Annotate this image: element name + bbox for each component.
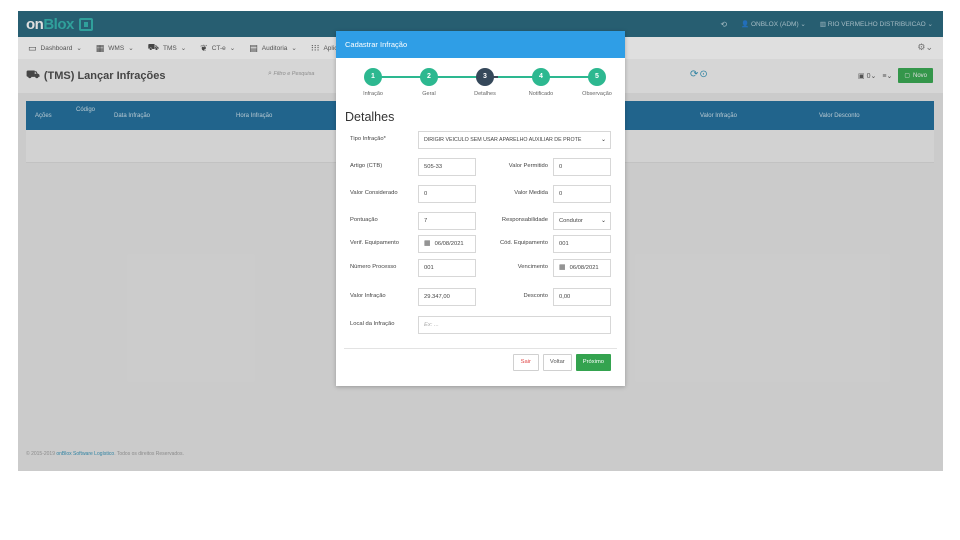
local-infracao-input[interactable]: Ex: ...: [418, 316, 611, 334]
proximo-button[interactable]: Próximo: [575, 354, 611, 371]
verif-equipamento-label: Verif. Equipamento: [350, 240, 399, 246]
calendar-icon: ▦: [424, 240, 431, 247]
desconto-label: Desconto: [523, 293, 549, 299]
calendar-icon: ▦: [559, 264, 566, 271]
pontuacao-label: Pontuação: [350, 217, 378, 223]
cod-equipamento-input[interactable]: 001: [553, 235, 611, 253]
valor-considerado-label: Valor Considerado: [350, 190, 398, 196]
valor-permitido-input[interactable]: 0: [553, 158, 611, 176]
step-number: 2: [420, 68, 438, 86]
valor-permitido-label: Valor Permitido: [508, 163, 548, 169]
valor-considerado-input[interactable]: 0: [418, 185, 476, 203]
step-number: 4: [532, 68, 550, 86]
section-title: Detalhes: [345, 110, 395, 124]
tipo-infracao-label: Tipo Infração*: [350, 136, 386, 142]
step-number: 5: [588, 68, 606, 86]
step-detalhes[interactable]: 3 Detalhes: [460, 68, 510, 97]
step-number: 1: [364, 68, 382, 86]
responsabilidade-select[interactable]: Condutor ⌄: [553, 212, 611, 230]
step-notificado[interactable]: 4 Notificado: [516, 68, 566, 97]
artigo-label: Artigo (CTB): [350, 163, 383, 169]
numero-processo-label: Número Processo: [350, 264, 397, 270]
responsabilidade-label: Responsabilidade: [501, 217, 548, 223]
verif-equipamento-date[interactable]: ▦ 06/08/2021: [418, 235, 476, 253]
numero-processo-input[interactable]: 001: [418, 259, 476, 277]
valor-infracao-label: Valor Infração: [350, 293, 386, 299]
cod-equipamento-label: Cód. Equipamento: [499, 240, 548, 246]
modal-divider: [344, 348, 617, 349]
modal-footer: Sair Voltar Próximo: [512, 354, 611, 371]
pontuacao-input[interactable]: 7: [418, 212, 476, 230]
vencimento-date[interactable]: ▦ 06/08/2021: [553, 259, 611, 277]
valor-medida-label: Valor Medida: [514, 190, 548, 196]
voltar-button[interactable]: Voltar: [542, 354, 572, 371]
step-geral[interactable]: 2 Geral: [404, 68, 454, 97]
sair-button[interactable]: Sair: [512, 354, 539, 371]
local-infracao-label: Local da Infração: [350, 321, 395, 327]
chevron-down-icon: ⌄: [600, 137, 606, 143]
cadastrar-infracao-modal: Cadastrar Infração 1 Infração 2 Geral 3 …: [336, 31, 625, 386]
step-number: 3: [476, 68, 494, 86]
chevron-down-icon: ⌄: [600, 218, 606, 224]
modal-header: Cadastrar Infração: [336, 31, 625, 58]
tipo-infracao-select[interactable]: DIRIGIR VEICULO SEM USAR APARELHO AUXILI…: [418, 131, 611, 149]
step-observacao[interactable]: 5 Observação: [572, 68, 622, 97]
valor-infracao-input[interactable]: 29.347,00: [418, 288, 476, 306]
valor-medida-input[interactable]: 0: [553, 185, 611, 203]
wizard-steps: 1 Infração 2 Geral 3 Detalhes 4 Notifica…: [336, 68, 625, 102]
desconto-input[interactable]: 0,00: [553, 288, 611, 306]
vencimento-label: Vencimento: [517, 264, 548, 270]
step-infracao[interactable]: 1 Infração: [348, 68, 398, 97]
artigo-input[interactable]: 505-33: [418, 158, 476, 176]
